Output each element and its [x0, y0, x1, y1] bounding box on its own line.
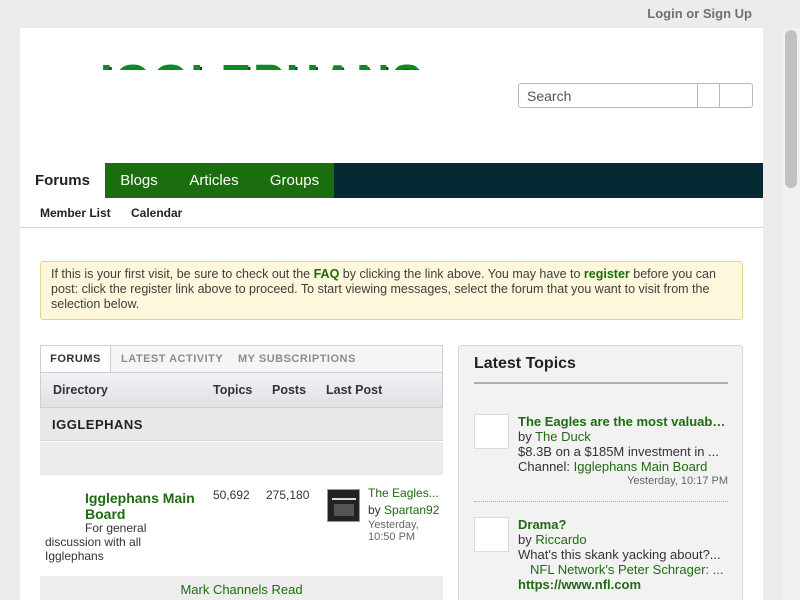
- forum-topics-count: 50,692: [213, 488, 250, 502]
- subnav-member-list[interactable]: Member List: [40, 206, 111, 220]
- avatar[interactable]: [474, 414, 509, 449]
- topic-title-link[interactable]: The Eagles are the most valuable...: [518, 414, 728, 429]
- tab-my-subscriptions[interactable]: MY SUBSCRIPTIONS: [238, 346, 356, 373]
- first-visit-notice: If this is your first visit, be sure to …: [40, 261, 743, 320]
- latest-topics-title: Latest Topics: [474, 355, 576, 372]
- title-divider: [474, 382, 728, 384]
- topic-snippet: What's this skank yacking about?...: [518, 547, 721, 562]
- section-header: IGGLEPHANS: [40, 408, 443, 441]
- col-posts: Posts: [272, 383, 307, 397]
- last-post-date: Yesterday, 10:50 PM: [368, 519, 419, 543]
- topic-url-link[interactable]: https://www.nfl.com: [518, 577, 728, 592]
- column-header: Directory Topics Posts Last Post: [40, 372, 443, 408]
- topic-snippet: $8.3B on a $185M investment in ...: [518, 444, 719, 459]
- by-label: by: [518, 429, 536, 444]
- last-post-user-link[interactable]: Spartan92: [384, 503, 439, 517]
- by-label: by: [518, 532, 536, 547]
- forum-posts-count: 275,180: [266, 488, 310, 502]
- sub-nav: Member List Calendar: [20, 198, 763, 228]
- forum-tabs: FORUMS LATEST ACTIVITY MY SUBSCRIPTIONS: [40, 345, 443, 373]
- forum-description-line: For general: [85, 521, 147, 535]
- col-last-post: Last Post: [326, 383, 383, 397]
- top-bar: Login or Sign Up: [0, 0, 800, 28]
- topic-text: Drama? by Riccardo What's this skank yac…: [518, 517, 728, 592]
- topic-title-link[interactable]: Drama?: [518, 517, 728, 532]
- col-topics: Topics: [213, 383, 253, 397]
- tab-forums[interactable]: Forums: [20, 163, 105, 198]
- site-logo[interactable]: IGGLEPHANS: [100, 58, 435, 70]
- topic-text: The Eagles are the most valuable... by T…: [518, 414, 728, 489]
- last-post-thumbnail[interactable]: [327, 489, 360, 522]
- topic-embed-title-link[interactable]: NFL Network's Peter Schrager: ...: [530, 562, 723, 577]
- search-input[interactable]: [519, 84, 697, 107]
- forum-name-link[interactable]: Igglephans Main Board: [85, 490, 205, 522]
- search-submit-button[interactable]: [719, 84, 752, 107]
- topic-channel-link[interactable]: Igglephans Main Board: [574, 459, 708, 474]
- mark-channels-read-link[interactable]: Mark Channels Read: [40, 576, 443, 600]
- notice-text: If this is your first visit, be sure to …: [51, 267, 314, 281]
- topic-author: by Riccardo: [518, 532, 728, 547]
- channel-label: Channel:: [518, 459, 574, 474]
- forum-description: For general discussion with all Igglepha…: [45, 521, 155, 563]
- main-nav: Forums Blogs Articles Groups: [20, 163, 763, 198]
- by-label: by: [368, 503, 385, 517]
- topic-author: by The Duck: [518, 429, 728, 444]
- tab-forums-list[interactable]: FORUMS: [41, 346, 111, 373]
- tab-blogs[interactable]: Blogs: [105, 163, 173, 198]
- tab-articles[interactable]: Articles: [173, 163, 255, 198]
- search-options-button[interactable]: [697, 84, 719, 107]
- notice-text: by clicking the link above. You may have…: [339, 267, 584, 281]
- login-signup-link[interactable]: Login or Sign Up: [647, 6, 752, 21]
- tab-groups[interactable]: Groups: [255, 163, 334, 198]
- register-link[interactable]: register: [584, 267, 630, 281]
- tab-latest-activity[interactable]: LATEST ACTIVITY: [121, 346, 223, 373]
- list-item: The Eagles are the most valuable... by T…: [474, 414, 728, 494]
- subnav-calendar[interactable]: Calendar: [131, 206, 182, 220]
- search-box: [518, 83, 753, 108]
- topic-date: Yesterday, 10:17 PM: [627, 475, 728, 487]
- col-directory: Directory: [53, 383, 108, 397]
- avatar[interactable]: [474, 517, 509, 552]
- scrollbar-thumb[interactable]: [785, 30, 797, 188]
- faq-link[interactable]: FAQ: [314, 267, 340, 281]
- forum-directory: FORUMS LATEST ACTIVITY MY SUBSCRIPTIONS …: [40, 345, 443, 600]
- table-row: Igglephans Main Board For general discus…: [40, 475, 443, 575]
- last-post-title-link[interactable]: The Eagles...: [368, 486, 443, 500]
- section-title[interactable]: IGGLEPHANS: [52, 417, 143, 432]
- last-post-author: by Spartan92: [368, 503, 439, 517]
- page-container: IGGLEPHANS Forums Blogs Articles Groups …: [20, 28, 763, 600]
- item-divider: [474, 501, 728, 502]
- forum-description-line: discussion with all Igglephans: [45, 535, 142, 563]
- section-spacer: [40, 442, 443, 475]
- latest-topics-panel: Latest Topics The Eagles are the most va…: [458, 345, 743, 600]
- logo-text: IGGLEPHANS: [100, 58, 424, 70]
- topic-embedded-link: NFL Network's Peter Schrager: ...: [518, 562, 728, 577]
- site-header: IGGLEPHANS: [20, 28, 763, 163]
- list-item: Drama? by Riccardo What's this skank yac…: [474, 517, 728, 597]
- topic-channel: Channel: Igglephans Main Board: [518, 459, 728, 474]
- topic-user-link[interactable]: Riccardo: [535, 532, 586, 547]
- topic-user-link[interactable]: The Duck: [535, 429, 591, 444]
